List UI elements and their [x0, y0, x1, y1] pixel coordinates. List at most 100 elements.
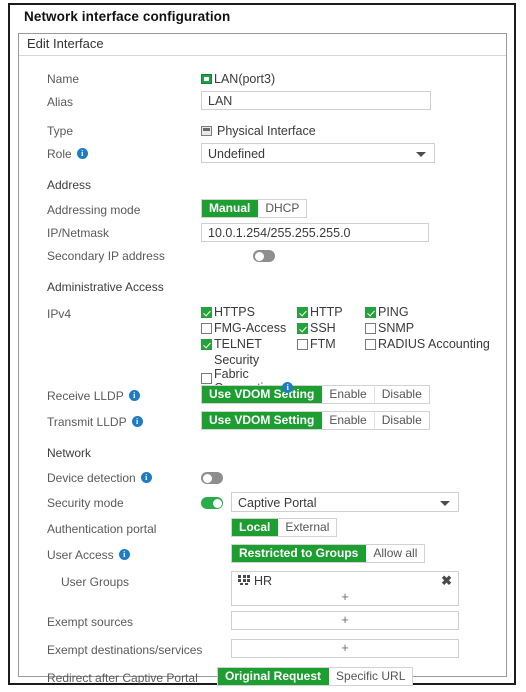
transmit-lldp-option-use-vdom-setting[interactable]: Use VDOM Setting — [202, 412, 322, 429]
row-device-detection: Device detectioni — [19, 467, 506, 490]
toggle-knob — [203, 474, 212, 483]
info-icon-receive-lldp[interactable]: i — [129, 390, 140, 401]
user-group-icon — [238, 575, 250, 585]
user-groups-box: HR ✖ + — [231, 571, 459, 606]
checkbox-box-http[interactable] — [297, 307, 308, 318]
redirect-option-original-request[interactable]: Original Request — [218, 668, 329, 685]
ipv4-checkbox-row: HTTPS HTTP PING — [201, 305, 506, 321]
transmit-lldp-option-enable[interactable]: Enable — [322, 412, 374, 429]
checkbox-box-ping[interactable] — [365, 307, 376, 318]
receive-lldp-option-enable[interactable]: Enable — [322, 386, 374, 403]
security-mode-toggle[interactable] — [201, 497, 223, 509]
authentication-portal-option-local[interactable]: Local — [232, 519, 278, 536]
exempt-sources-box: + — [231, 611, 459, 630]
info-icon-user-access[interactable]: i — [119, 549, 130, 560]
row-name: Name LAN(port3) — [19, 68, 506, 91]
user-access-option-allow-all[interactable]: Allow all — [366, 545, 424, 562]
row-ip-netmask: IP/Netmask 10.0.1.254/255.255.255.0 — [19, 222, 506, 245]
panel-header: Edit Interface — [19, 34, 506, 56]
receive-lldp-option-disable[interactable]: Disable — [375, 386, 429, 403]
alias-label: Alias — [19, 91, 201, 114]
checkbox-box-security-fabric-connection[interactable] — [201, 373, 212, 384]
checkbox-telnet[interactable]: TELNET — [201, 337, 297, 352]
section-network: Network — [19, 442, 506, 465]
security-mode-selected-value: Captive Portal — [238, 496, 317, 510]
panel-title: Edit Interface — [27, 36, 104, 51]
role-select[interactable]: Undefined — [201, 143, 435, 163]
checkbox-label-ssh: SSH — [310, 321, 336, 336]
checkbox-label-radius-accounting: RADIUS Accounting — [378, 337, 490, 352]
add-exempt-destination-button[interactable]: + — [232, 640, 458, 657]
add-user-group-button[interactable]: + — [232, 590, 458, 605]
row-exempt-destinations: Exempt destinations/services + — [19, 639, 506, 662]
checkbox-box-snmp[interactable] — [365, 323, 376, 334]
info-icon-transmit-lldp[interactable]: i — [132, 416, 143, 427]
authentication-portal-label: Authentication portal — [19, 518, 201, 541]
ipv4-label: IPv4 — [19, 303, 201, 326]
redirect-option-specific-url[interactable]: Specific URL — [329, 668, 412, 685]
checkbox-https[interactable]: HTTPS — [201, 305, 297, 320]
type-value-wrap: Physical Interface — [201, 120, 316, 143]
alias-input[interactable]: LAN — [201, 91, 431, 110]
name-label: Name — [19, 68, 201, 91]
checkbox-box-telnet[interactable] — [201, 339, 212, 350]
security-mode-label: Security mode — [19, 492, 201, 515]
row-authentication-portal: Authentication portal Local External — [19, 518, 506, 541]
ip-netmask-input[interactable]: 10.0.1.254/255.255.255.0 — [201, 223, 429, 242]
physical-interface-icon — [201, 126, 212, 136]
addressing-mode-option-dhcp[interactable]: DHCP — [258, 200, 306, 217]
user-groups-label: User Groups — [19, 571, 201, 594]
info-icon-device-detection[interactable]: i — [141, 472, 152, 483]
interface-form: Name LAN(port3) Alias LAN Type — [19, 56, 506, 690]
checkbox-http[interactable]: HTTP — [297, 305, 365, 320]
section-address: Address — [19, 174, 506, 197]
user-access-option-restricted-to-groups[interactable]: Restricted to Groups — [232, 545, 366, 562]
user-group-item[interactable]: HR ✖ — [232, 572, 458, 590]
edit-interface-panel: Edit Interface Name LAN(port3) Alias LAN — [18, 33, 507, 677]
secondary-ip-label: Secondary IP address — [19, 245, 201, 268]
row-receive-lldp: Receive LLDPi Use VDOM Setting Enable Di… — [19, 385, 506, 408]
row-user-access: User Accessi Restricted to Groups Allow … — [19, 544, 506, 567]
ipv4-checkbox-row: TELNET FTM RADIUS Accounting — [201, 337, 506, 353]
checkbox-ssh[interactable]: SSH — [297, 321, 365, 336]
authentication-portal-option-external[interactable]: External — [278, 519, 336, 536]
checkbox-label-https: HTTPS — [214, 305, 255, 320]
row-type: Type Physical Interface — [19, 120, 506, 143]
device-detection-toggle[interactable] — [201, 472, 223, 484]
checkbox-ftm[interactable]: FTM — [297, 337, 365, 352]
addressing-mode-label: Addressing mode — [19, 199, 201, 222]
checkbox-snmp[interactable]: SNMP — [365, 321, 414, 336]
security-mode-select[interactable]: Captive Portal — [231, 492, 459, 512]
type-value: Physical Interface — [217, 124, 316, 138]
transmit-lldp-option-disable[interactable]: Disable — [375, 412, 429, 429]
redirect-after-portal-segmented: Original Request Specific URL — [217, 667, 413, 686]
info-icon-role[interactable]: i — [77, 148, 88, 159]
toggle-knob — [255, 252, 264, 261]
user-group-name: HR — [254, 574, 441, 588]
checkbox-box-fmg-access[interactable] — [201, 323, 212, 334]
ipv4-checkbox-row: Security Fabric Connectioni — [201, 353, 506, 383]
name-value-wrap: LAN(port3) — [201, 68, 275, 91]
checkbox-fmg-access[interactable]: FMG-Access — [201, 321, 297, 336]
checkbox-label-fmg-access: FMG-Access — [214, 321, 286, 336]
receive-lldp-option-use-vdom-setting[interactable]: Use VDOM Setting — [202, 386, 322, 403]
checkbox-box-radius-accounting[interactable] — [365, 339, 376, 350]
checkbox-label-telnet: TELNET — [214, 337, 262, 352]
checkbox-ping[interactable]: PING — [365, 305, 409, 320]
name-value: LAN(port3) — [214, 72, 275, 86]
checkbox-radius-accounting[interactable]: RADIUS Accounting — [365, 337, 490, 352]
addressing-mode-segmented: Manual DHCP — [201, 199, 307, 218]
addressing-mode-option-manual[interactable]: Manual — [202, 200, 258, 217]
secondary-ip-toggle[interactable] — [253, 250, 275, 262]
page-title: Network interface configuration — [24, 9, 230, 24]
row-user-groups: User Groups HR ✖ + — [19, 571, 506, 606]
add-exempt-source-button[interactable]: + — [232, 612, 458, 629]
chevron-down-icon — [416, 152, 426, 157]
checkbox-box-ssh[interactable] — [297, 323, 308, 334]
checkbox-box-ftm[interactable] — [297, 339, 308, 350]
checkbox-box-https[interactable] — [201, 307, 212, 318]
remove-user-group-icon[interactable]: ✖ — [441, 575, 452, 587]
role-label: Rolei — [19, 143, 201, 166]
row-security-mode: Security mode Captive Portal — [19, 492, 506, 515]
exempt-sources-label: Exempt sources — [19, 611, 215, 634]
